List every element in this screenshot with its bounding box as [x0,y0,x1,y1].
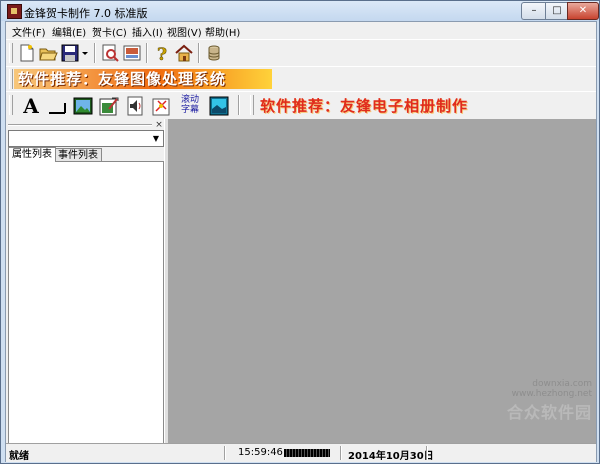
status-text: 就绪 [9,451,29,462]
ad-toolbar: 软件推荐：友锋图像处理系统 [6,66,596,92]
new-icon[interactable] [16,43,36,63]
app-window: 金锋贺卡制作 7.0 标准版 – □ ✕ 文件(F) 编辑(E) 贺卡(C) 插… [0,0,600,464]
line-icon[interactable] [46,95,68,117]
title-bar[interactable]: 金锋贺卡制作 7.0 标准版 – □ ✕ [1,1,599,21]
preview-icon[interactable] [100,43,120,63]
close-button[interactable]: ✕ [567,2,599,20]
scroll-text-line1: 滚动 [180,95,199,105]
chevron-down-icon[interactable]: ▼ [150,132,162,145]
dropdown-arrow-icon[interactable] [80,43,90,63]
toolbar-separator [238,95,240,115]
main-toolbar: ? [6,39,596,67]
open-icon[interactable] [38,43,58,63]
menu-file[interactable]: 文件(F) [12,24,46,39]
database-icon[interactable] [204,43,224,63]
scroll-text-line2: 字幕 [180,105,199,115]
tab-events[interactable]: 事件列表 [54,148,102,162]
menu-view[interactable]: 视图(V) [167,24,202,39]
watermark: downxia.com www.hezhong.net 合众软件园 [507,379,592,423]
tab-properties[interactable]: 属性列表 [8,147,56,162]
app-icon[interactable] [7,4,22,19]
status-date: 2014年10月30日 [348,451,434,462]
home-icon[interactable] [174,43,194,63]
window-title: 金锋贺卡制作 7.0 标准版 [24,7,148,20]
watermark-domain: downxia.com [532,379,592,389]
pane-header [8,124,152,126]
effect-icon[interactable] [150,95,172,117]
toolbar-separator [198,43,200,63]
toolbar-grip[interactable] [9,95,13,115]
menu-bar: 文件(F) 编辑(E) 贺卡(C) 插入(I) 视图(V) 帮助(H) [6,22,596,39]
background-icon[interactable] [208,95,230,117]
sound-icon[interactable] [124,95,146,117]
menu-card[interactable]: 贺卡(C) [92,24,127,39]
status-progress-bar [284,449,330,457]
toolbar-grip[interactable] [250,95,254,115]
client-area: 文件(F) 编辑(E) 贺卡(C) 插入(I) 视图(V) 帮助(H) ? 软件… [5,21,597,462]
toolbar-grip[interactable] [9,69,13,89]
menu-insert[interactable]: 插入(I) [132,24,163,39]
minimize-button[interactable]: – [521,2,546,20]
ad-banner-album-software[interactable]: 软件推荐：友锋电子相册制作 [256,96,504,116]
menu-help[interactable]: 帮助(H) [205,24,240,39]
save-icon[interactable] [60,43,80,63]
image-icon[interactable] [72,95,94,117]
pane-close-icon[interactable]: × [155,121,163,130]
insert-toolbar: A 滚动 字幕 软件推荐：友锋电子相册制作 [6,91,596,120]
status-separator [426,446,428,460]
export-icon[interactable] [122,43,142,63]
toolbar-grip[interactable] [9,43,13,63]
scroll-text-icon[interactable]: 滚动 字幕 [176,95,204,117]
property-pane: × ▼ 属性列表 事件列表 [6,119,164,461]
status-separator [224,446,226,460]
object-selector[interactable]: ▼ [8,130,164,147]
help-icon[interactable]: ? [152,43,172,66]
watermark-url: www.hezhong.net [511,389,592,399]
toolbar-separator [146,43,148,63]
menu-edit[interactable]: 编辑(E) [52,24,86,39]
maximize-button[interactable]: □ [545,2,569,20]
watermark-brand: 合众软件园 [506,403,592,422]
text-icon[interactable]: A [20,95,42,117]
property-list[interactable] [8,161,164,460]
edit-image-icon[interactable] [98,95,120,117]
ad-banner-image-software[interactable]: 软件推荐：友锋图像处理系统 [14,69,272,89]
status-bar: 就绪 15:59:46 2014年10月30日 [6,443,596,462]
svg-text:?: ? [157,45,167,63]
toolbar-separator [94,43,96,63]
status-separator [340,446,342,460]
status-time: 15:59:46 [238,447,283,458]
card-workspace[interactable]: downxia.com www.hezhong.net 合众软件园 [168,119,596,443]
